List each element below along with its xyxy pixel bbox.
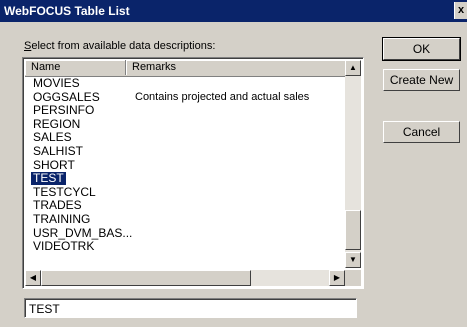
- column-header-name[interactable]: Name: [25, 60, 126, 75]
- ok-button[interactable]: OK: [382, 37, 461, 61]
- list-prompt-label: Select from available data descriptions:: [24, 40, 215, 52]
- list-row[interactable]: SALES: [25, 131, 347, 145]
- vertical-scroll-thumb[interactable]: [345, 210, 361, 250]
- list-row[interactable]: SALHIST: [25, 143, 347, 159]
- row-name: VIDEOTRK: [33, 239, 95, 254]
- list-rows: MOVIES OGGSALES Contains projected and ac…: [25, 77, 347, 269]
- list-header: Name Remarks: [25, 60, 349, 77]
- scroll-left-arrow-icon[interactable]: ◀: [25, 270, 41, 286]
- window-title: WebFOCUS Table List: [4, 4, 130, 18]
- horizontal-scroll-thumb[interactable]: [41, 270, 251, 286]
- close-button[interactable]: x: [454, 2, 467, 19]
- row-remarks: Contains projected and actual sales: [135, 90, 310, 103]
- scroll-up-arrow-icon[interactable]: ▲: [345, 60, 361, 76]
- list-row[interactable]: VIDEOTRK: [25, 240, 347, 254]
- list-row[interactable]: TRADES: [25, 199, 347, 213]
- list-row[interactable]: OGGSALES Contains projected and actual sa…: [25, 89, 347, 105]
- scroll-right-arrow-icon[interactable]: ▶: [329, 270, 345, 286]
- list-row[interactable]: SHORT: [25, 157, 347, 173]
- list-row[interactable]: MOVIES: [25, 77, 347, 91]
- row-name: TRAINING: [33, 211, 91, 226]
- scroll-down-arrow-icon[interactable]: ▼: [345, 252, 361, 268]
- row-name: SALES: [33, 130, 72, 145]
- row-name: TESTCYCL: [33, 184, 96, 199]
- horizontal-scrollbar[interactable]: ◀ ▶: [25, 270, 345, 286]
- list-row[interactable]: PERSINFO: [25, 104, 347, 118]
- scrollbar-corner: [345, 270, 361, 286]
- row-name: SALHIST: [33, 143, 84, 158]
- row-name: REGION: [33, 116, 81, 131]
- prompt-text: elect from available data descriptions:: [31, 40, 216, 52]
- row-name: TEST: [31, 171, 66, 186]
- cancel-button[interactable]: Cancel: [383, 121, 460, 143]
- vertical-scrollbar[interactable]: ▲ ▼: [345, 60, 361, 268]
- row-name: USR_DVM_BAS...: [33, 225, 133, 240]
- create-new-button[interactable]: Create New: [383, 69, 460, 91]
- row-name: OGGSALES: [33, 89, 100, 104]
- row-name: TRADES: [33, 198, 82, 213]
- row-name: PERSINFO: [33, 103, 95, 118]
- row-name: SHORT: [33, 157, 75, 172]
- selected-table-field[interactable]: TEST: [24, 298, 357, 318]
- table-listbox[interactable]: Name Remarks MOVIES OGGSALES Contains pro…: [22, 57, 364, 289]
- list-row[interactable]: TESTCYCL: [25, 184, 347, 200]
- list-row[interactable]: TEST: [25, 172, 347, 186]
- list-row[interactable]: TRAINING: [25, 211, 347, 227]
- list-row[interactable]: REGION: [25, 116, 347, 132]
- column-header-remarks[interactable]: Remarks: [126, 60, 349, 75]
- title-bar: WebFOCUS Table List x: [0, 0, 467, 22]
- list-row[interactable]: USR_DVM_BAS...: [25, 225, 347, 241]
- row-name: MOVIES: [33, 77, 80, 90]
